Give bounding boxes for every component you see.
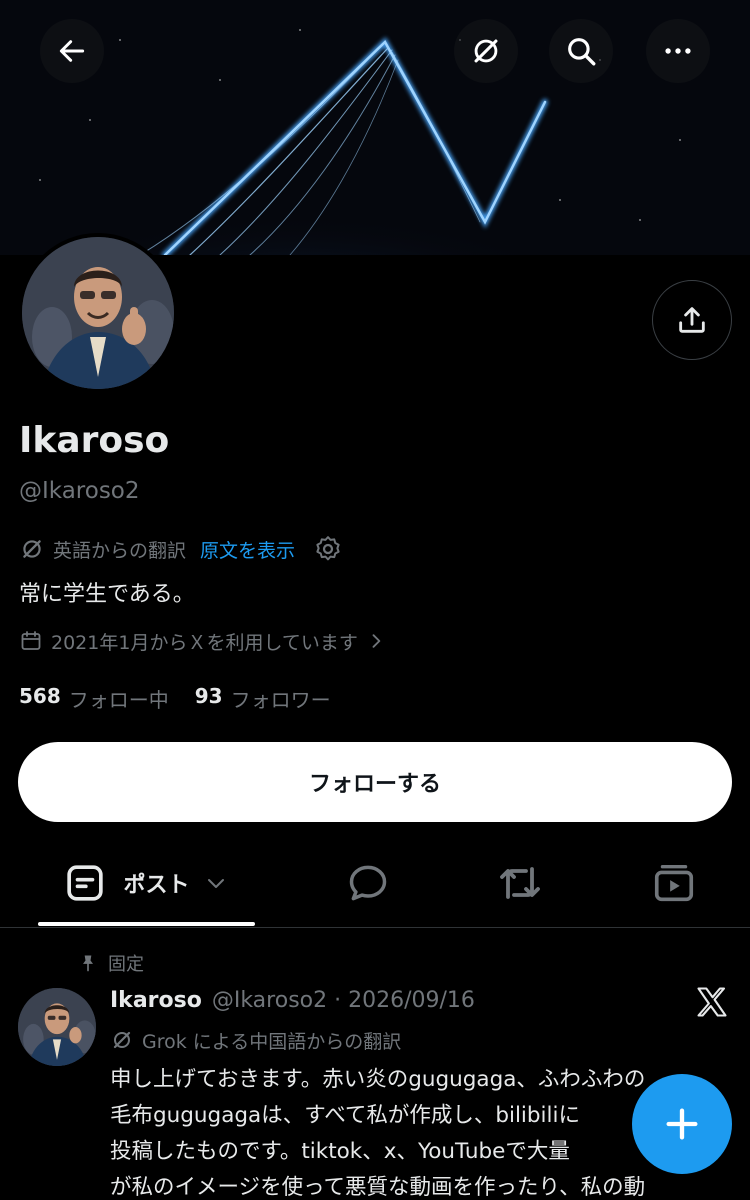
x-logo-icon (697, 987, 727, 1017)
grok-icon (474, 39, 498, 63)
reply-icon (349, 865, 387, 901)
tweet-avatar[interactable] (18, 988, 96, 1066)
avatar-image (22, 237, 174, 389)
tab-replies[interactable] (320, 840, 416, 926)
share-icon (679, 307, 705, 333)
posts-icon (67, 865, 104, 901)
tweet-header: Ikaroso @Ikaroso2 · 2026/09/16 (110, 984, 475, 1016)
joined-text: 2021年1月からＸを利用しています (51, 631, 358, 654)
more-button[interactable] (646, 19, 710, 83)
translation-label: 英語からの翻訳 (53, 539, 187, 562)
arrow-left-icon (59, 40, 85, 62)
pinned-label: 固定 (108, 954, 144, 975)
profile-bio: 常に学生である。 (19, 582, 195, 607)
compose-button[interactable] (632, 1074, 732, 1174)
following-link[interactable]: 568 フォロー中 (19, 684, 169, 713)
follow-button[interactable]: フォローする (18, 742, 732, 822)
tab-reposts[interactable] (472, 840, 568, 926)
lightning-banner-image (0, 0, 750, 255)
profile-tabs: ポスト (0, 840, 750, 928)
follow-stats: 568 フォロー中 93 フォロワー (19, 684, 331, 713)
grok-translation-label: Grok による中国語からの翻訳 (142, 1030, 402, 1053)
tab-posts-label: ポスト (123, 873, 190, 898)
grok-button[interactable] (454, 19, 518, 83)
profile-handle: @Ikaroso2 (19, 478, 140, 504)
video-icon (654, 864, 694, 902)
tab-posts[interactable]: ポスト (38, 840, 255, 926)
following-count: 568 (19, 684, 61, 708)
profile-name: Ikaroso (19, 420, 170, 461)
profile-banner[interactable] (0, 0, 750, 255)
repost-icon (500, 867, 540, 899)
following-label: フォロー中 (68, 688, 169, 712)
grok-icon (113, 1031, 131, 1049)
followers-count: 93 (194, 684, 223, 708)
followers-label: フォロワー (230, 688, 331, 712)
plus-icon (666, 1108, 698, 1140)
search-icon (568, 38, 596, 66)
show-original-link[interactable]: 原文を表示 (200, 536, 295, 563)
more-horizontal-icon (665, 48, 691, 54)
grok-icon (23, 540, 41, 558)
tweet-author-name[interactable]: Ikaroso (110, 988, 202, 1013)
tweet-text-line: 申し上げておきます。赤い炎のgugugaga、ふわふわの (110, 1067, 646, 1092)
share-button[interactable] (652, 280, 732, 360)
translation-row: 英語からの翻訳 原文を表示 (19, 534, 343, 564)
profile-avatar[interactable] (18, 233, 178, 393)
chevron-right-icon (372, 634, 381, 648)
tweet-text-line: が私のイメージを使って悪質な動画を作ったり、私の動 (110, 1175, 646, 1200)
pinned-indicator: 固定 (78, 950, 144, 976)
avatar-image (18, 988, 96, 1066)
active-tab-indicator (38, 922, 255, 926)
chevron-down-icon[interactable] (204, 871, 228, 895)
joined-date[interactable]: 2021年1月からＸを利用しています (19, 626, 386, 656)
grok-translation-row: Grok による中国語からの翻訳 (110, 1026, 401, 1054)
tab-media[interactable] (626, 840, 722, 926)
pin-icon (83, 955, 93, 972)
calendar-icon (21, 631, 41, 650)
gear-icon[interactable] (313, 534, 343, 564)
back-button[interactable] (40, 19, 104, 83)
followers-link[interactable]: 93 フォロワー (195, 684, 331, 713)
search-button[interactable] (549, 19, 613, 83)
tweet-author-meta: @Ikaroso2 · 2026/09/16 (211, 987, 475, 1013)
